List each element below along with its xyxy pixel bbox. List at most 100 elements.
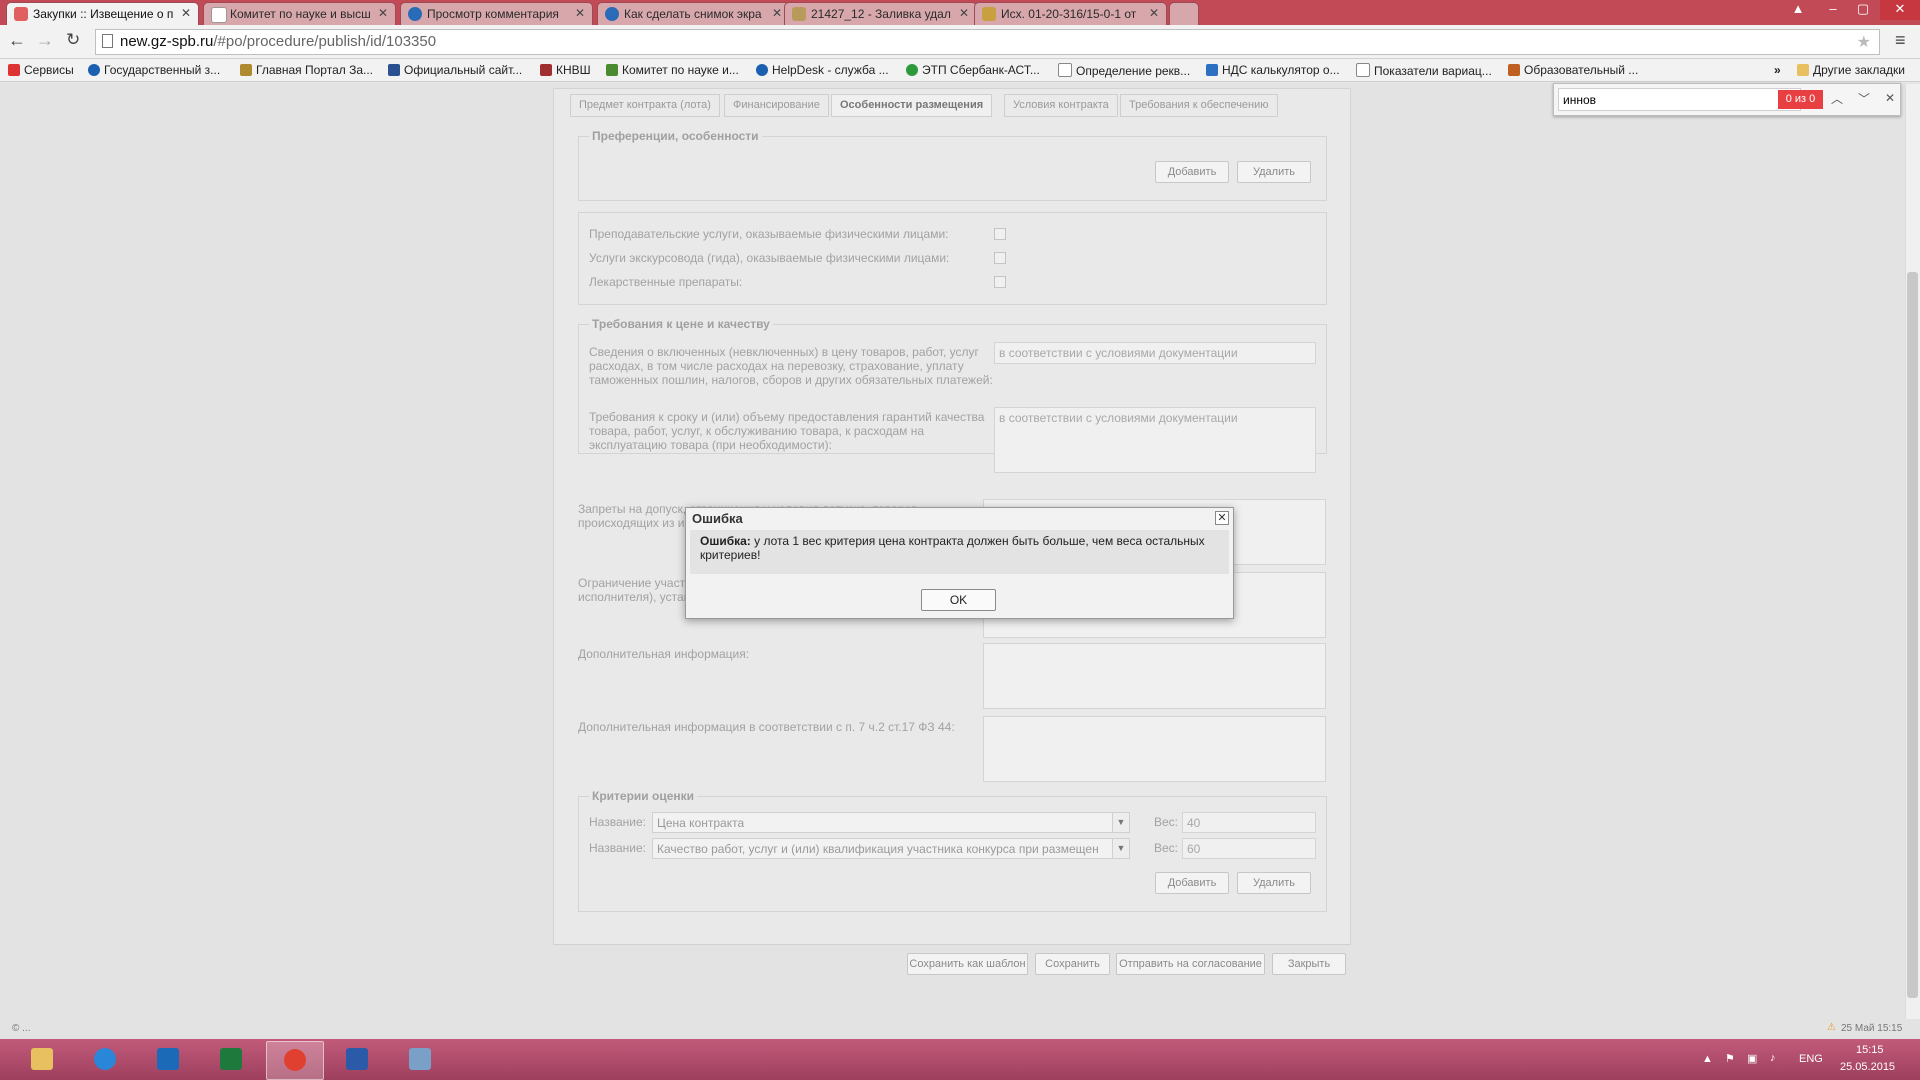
find-input[interactable] [1558,88,1801,111]
bookmark-star-icon[interactable]: ★ [1857,32,1871,52]
close-icon[interactable]: ✕ [1215,511,1229,525]
bookmark-item[interactable]: Комитет по науке и... [606,63,739,77]
new-tab-button[interactable] [1169,2,1199,25]
tab-security-requirements[interactable]: Требования к обеспечению [1120,94,1278,117]
medicines-checkbox[interactable] [994,276,1006,288]
extra-info-label: Дополнительная информация: [578,647,750,661]
browser-tab[interactable]: Как сделать снимок экра ✕ [597,2,790,25]
excel-button[interactable] [203,1041,259,1078]
tab-subject[interactable]: Предмет контракта (лота) [570,94,720,117]
paint-button[interactable] [392,1041,448,1078]
bookmark-item[interactable]: ЭТП Сбербанк-АСТ... [906,63,1040,77]
bookmark-item[interactable]: HelpDesk - служба ... [756,63,889,77]
outlook-button[interactable] [140,1041,196,1078]
close-tab-icon[interactable]: ✕ [181,6,191,20]
tray-expand-icon[interactable]: ▲ [1702,1053,1713,1065]
browser-tab[interactable]: Закупки :: Извещение о п ✕ [6,2,199,25]
tab-contract-terms[interactable]: Условия контракта [1004,94,1118,117]
dialog-message: Ошибка: у лота 1 вес критерия цена контр… [690,530,1229,574]
close-tab-icon[interactable]: ✕ [378,6,388,20]
browser-tab[interactable]: Комитет по науке и высш ✕ [203,2,396,25]
chevron-down-icon[interactable]: ▼ [1112,813,1129,832]
maximize-button[interactable]: ▢ [1848,0,1878,20]
globe-icon [408,7,422,21]
back-icon[interactable]: ← [8,30,26,51]
extra-info-44-field[interactable] [983,716,1326,782]
bookmark-item[interactable]: Образовательный ... [1508,63,1638,77]
word-icon [346,1048,368,1070]
guide-services-checkbox[interactable] [994,252,1006,264]
find-previous-icon[interactable]: ︿ [1831,90,1843,107]
address-bar[interactable]: new.gz-spb.ru/#po/procedure/publish/id/1… [95,29,1880,55]
tab-placement-features[interactable]: Особенности размещения [831,94,993,117]
close-form-button[interactable]: Закрыть [1272,953,1346,975]
calculator-icon [1206,64,1218,76]
criterion-weight-field[interactable]: 60 [1182,838,1316,859]
criterion-name-select[interactable]: Качество работ, услуг и (или) квалификац… [652,838,1130,859]
add-preference-button[interactable]: Добавить [1155,161,1229,183]
network-icon[interactable]: ▣ [1747,1052,1757,1065]
scrollbar-thumb[interactable] [1907,272,1918,998]
minimize-button[interactable]: – [1818,0,1848,20]
extra-info-field[interactable] [983,643,1326,709]
status-text: © ... [12,1023,31,1034]
add-criterion-button[interactable]: Добавить [1155,872,1229,894]
volume-icon[interactable]: ♪ [1770,1052,1776,1064]
footer-divider [554,944,1350,945]
close-tab-icon[interactable]: ✕ [772,6,782,20]
send-for-approval-button[interactable]: Отправить на согласование [1116,953,1265,975]
price-info-field[interactable]: в соответствии с условиями документации [994,342,1316,364]
browser-tab[interactable]: Просмотр комментария ✕ [400,2,593,25]
close-window-button[interactable]: ✕ [1880,0,1920,20]
guarantee-field[interactable]: в соответствии с условиями документации [994,407,1316,473]
bookmark-item[interactable]: НДС калькулятор о... [1206,63,1340,77]
page-icon [1356,63,1370,77]
menu-icon[interactable]: ≡ [1895,30,1906,51]
close-tab-icon[interactable]: ✕ [1149,6,1159,20]
bookmarks-overflow-button[interactable]: » [1774,63,1781,77]
page-info-icon[interactable] [102,34,113,48]
clock-date[interactable]: 25.05.2015 [1840,1061,1895,1073]
clock-time[interactable]: 15:15 [1856,1044,1884,1056]
ok-button[interactable]: OK [921,589,996,611]
chevron-down-icon[interactable]: ▼ [1112,839,1129,858]
preferences-fieldset: Преференции, особенности Добавить Удалит… [578,129,1327,201]
save-as-template-button[interactable]: Сохранить как шаблон [907,953,1028,975]
site-icon [606,64,618,76]
criterion-name-select[interactable]: Цена контракта ▼ [652,812,1130,833]
user-icon[interactable]: ▲ [1783,0,1813,20]
find-next-icon[interactable]: ﹀ [1858,90,1870,107]
bookmark-item[interactable]: Официальный сайт... [388,63,522,77]
bookmark-item[interactable]: Показатели вариац... [1356,63,1492,78]
criterion-weight-field[interactable]: 40 [1182,812,1316,833]
other-bookmarks[interactable]: Другие закладки [1797,63,1905,77]
delete-criterion-button[interactable]: Удалить [1237,872,1311,894]
reload-icon[interactable]: ↻ [66,30,80,50]
bookmark-item[interactable]: Главная Портал За... [240,63,373,77]
ie-icon [94,1048,116,1070]
flag-icon[interactable]: ⚑ [1725,1052,1735,1065]
guarantee-label: Требования к сроку и (или) объему предос… [589,410,985,452]
browser-tab[interactable]: 21427_12 - Заливка удал ✕ [784,2,977,25]
teaching-services-checkbox[interactable] [994,228,1006,240]
delete-preference-button[interactable]: Удалить [1237,161,1311,183]
chrome-button[interactable] [266,1041,324,1080]
close-tab-icon[interactable]: ✕ [575,6,585,20]
close-tab-icon[interactable]: ✕ [959,6,969,20]
bookmark-item[interactable]: Определение рекв... [1058,63,1190,78]
bookmark-item[interactable]: КНВШ [540,63,591,77]
bookmark-item[interactable]: Сервисы [8,63,74,77]
extra-info-44-label: Дополнительная информация в соответствии… [578,720,955,734]
find-close-icon[interactable]: ✕ [1885,91,1895,105]
dialog-title: Ошибка [692,511,743,526]
chrome-icon [284,1049,306,1071]
explorer-button[interactable] [14,1041,70,1078]
browser-tab[interactable]: Исх. 01-20-316/15-0-1 от ✕ [974,2,1167,25]
tab-financing[interactable]: Финансирование [724,94,829,117]
save-button[interactable]: Сохранить [1035,953,1110,975]
word-button[interactable] [329,1041,385,1078]
bookmark-item[interactable]: Государственный з... [88,63,220,77]
ie-button[interactable] [77,1041,133,1078]
forward-icon[interactable]: → [36,30,54,51]
language-indicator[interactable]: ENG [1799,1053,1823,1065]
